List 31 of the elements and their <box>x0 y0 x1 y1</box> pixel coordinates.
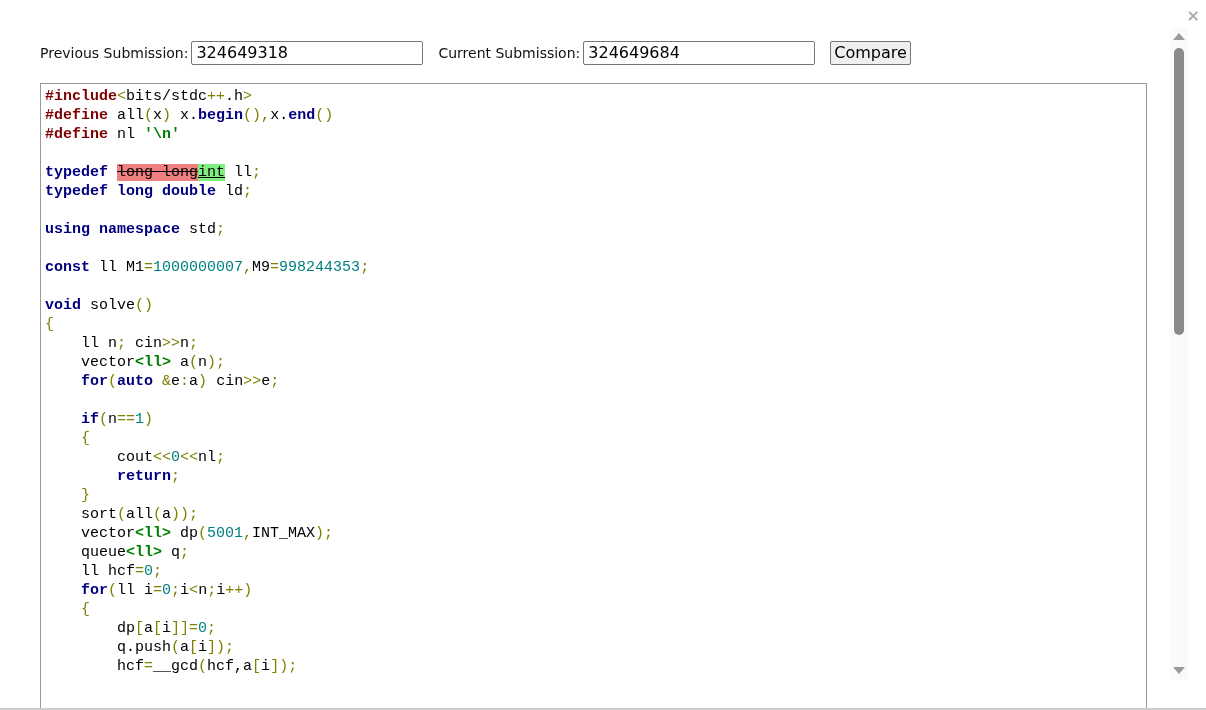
code-line: #define nl '\n' <box>45 125 182 144</box>
code-line: return; <box>116 467 182 486</box>
code-line: { <box>80 600 91 619</box>
code-line: cout<<0<<nl; <box>116 448 227 467</box>
code-line: sort(all(a)); <box>80 505 200 524</box>
code-line: typedef long longint ll; <box>45 163 263 182</box>
compare-button[interactable]: Compare <box>830 41 911 65</box>
code-line: #include<bits/stdc++.h> <box>45 87 254 106</box>
code-line: dp[a[i]]=0; <box>116 619 218 638</box>
code-line: void solve() <box>45 296 155 315</box>
code-line: for(auto &e:a) cin>>e; <box>80 372 281 391</box>
code-line: vector<ll> dp(5001,INT_MAX); <box>80 524 335 543</box>
previous-submission-field[interactable]: 324649318 <box>191 41 424 65</box>
code-line: ll hcf=0; <box>80 562 164 581</box>
code-line: using namespace std; <box>45 220 227 239</box>
code-line: #define all(x) x.begin(),x.end() <box>45 106 335 125</box>
previous-submission-label: Previous Submission: <box>40 43 189 63</box>
code-line: queue<ll> q; <box>80 543 191 562</box>
code-line: const ll M1=1000000007,M9=998244353; <box>45 258 371 277</box>
code-line: q.push(a[i]); <box>116 638 236 657</box>
code-line: ll n; cin>>n; <box>80 334 200 353</box>
code-line: if(n==1) <box>80 410 155 429</box>
code-line: for(ll i=0;i<n;i++) <box>80 581 254 600</box>
current-submission-field[interactable]: 324649684 <box>583 41 816 65</box>
code-line: typedef long double ld; <box>45 182 254 201</box>
current-submission-label: Current Submission: <box>438 43 581 63</box>
code-line: hcf=__gcd(hcf,a[i]); <box>116 657 299 676</box>
code-line: { <box>80 429 91 448</box>
code-line: } <box>80 486 91 505</box>
code-line: vector<ll> a(n); <box>80 353 227 372</box>
code-line: { <box>45 315 55 334</box>
